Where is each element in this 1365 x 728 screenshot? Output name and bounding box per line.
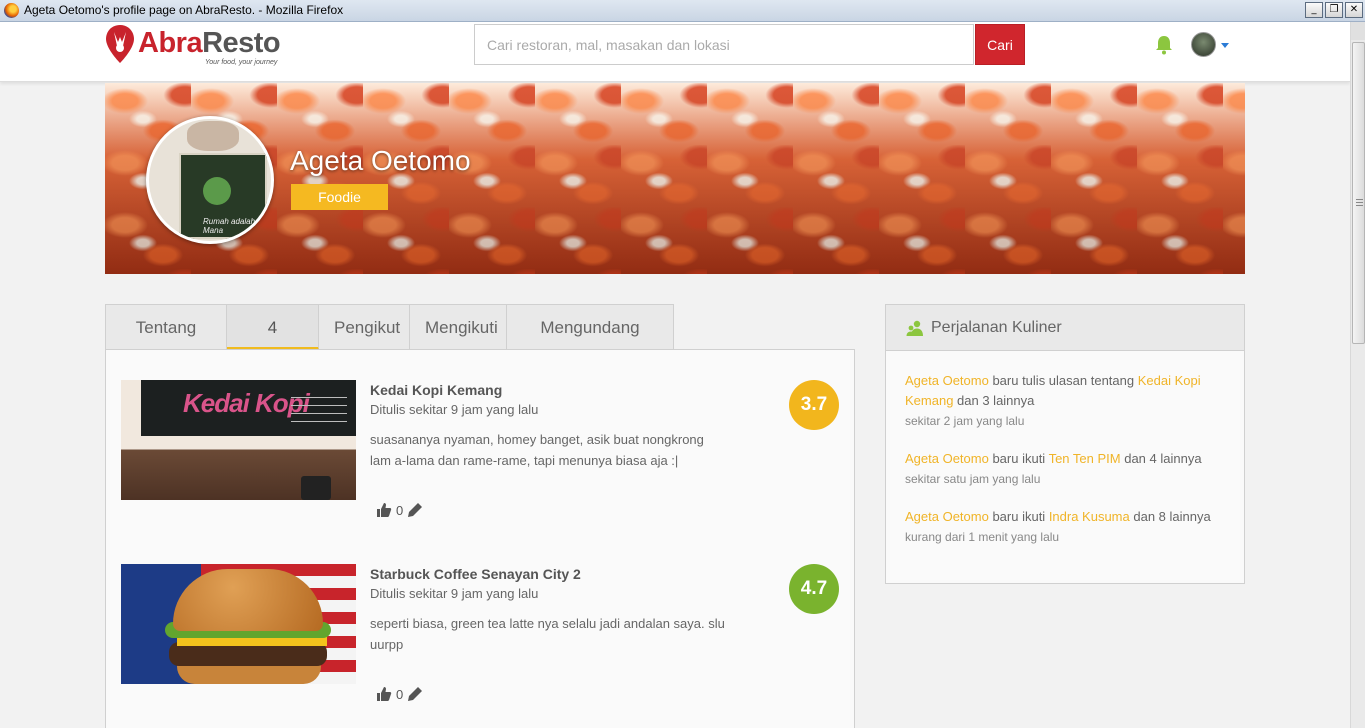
top-navbar: AbraResto Your food, your journey Cari <box>0 22 1350 82</box>
tree-icon <box>203 177 231 205</box>
activity-suffix: dan 4 lainnya <box>1120 451 1202 466</box>
review-timestamp: Ditulis sekitar 9 jam yang lalu <box>370 402 539 417</box>
side-panel-title: Perjalanan Kuliner <box>931 319 1062 336</box>
review-restaurant-name[interactable]: Kedai Kopi Kemang <box>370 382 502 398</box>
activity-user-link[interactable]: Ageta Oetomo <box>905 373 989 388</box>
review-photo-burger[interactable] <box>121 564 356 684</box>
logo-wordmark-abra: Abra <box>138 27 203 59</box>
thumbs-up-icon[interactable] <box>376 502 392 518</box>
cafe-sign: Kedai Kopi <box>183 388 310 418</box>
profile-name: Ageta Oetomo <box>290 145 471 176</box>
activity-suffix: dan 8 lainnya <box>1129 509 1211 524</box>
user-level-badge: Foodie <box>291 184 388 210</box>
edit-icon[interactable] <box>407 686 423 702</box>
side-panel-header: Perjalanan Kuliner <box>886 305 1244 351</box>
rating-badge: 4.7 <box>789 564 839 614</box>
review-photo-cafe[interactable]: Kedai Kopi <box>121 380 356 500</box>
profile-photo[interactable]: Rumah adalah di Mana <box>146 116 274 244</box>
people-icon <box>906 320 923 336</box>
logo-tagline: Your food, your journey <box>205 59 278 66</box>
burger-bun-bottom <box>177 664 321 684</box>
tab-pengikut[interactable]: Pengikut <box>319 304 410 350</box>
activity-action: baru ikuti <box>988 451 1049 466</box>
minimize-button[interactable]: _ <box>1305 2 1323 18</box>
activity-user-link[interactable]: Ageta Oetomo <box>905 509 989 524</box>
activity-item: Ageta Oetomo baru tulis ulasan tentang K… <box>905 371 1225 431</box>
tab-mengikuti[interactable]: Mengikuti <box>410 304 507 350</box>
activity-time: sekitar 2 jam yang lalu <box>905 414 1025 428</box>
review-item: Starbuck Coffee Senayan City 2 Ditulis s… <box>121 564 841 714</box>
like-count: 0 <box>396 502 404 518</box>
tab-ulasan[interactable]: 4 Ulasan <box>227 304 319 383</box>
user-avatar[interactable] <box>1191 32 1216 57</box>
coffee-machine <box>301 476 331 500</box>
activity-item: Ageta Oetomo baru ikuti Indra Kusuma dan… <box>905 507 1225 547</box>
review-timestamp: Ditulis sekitar 9 jam yang lalu <box>370 586 539 601</box>
search-input[interactable] <box>474 24 974 65</box>
firefox-icon <box>4 3 19 18</box>
review-list: Kedai Kopi Kedai Kopi Kemang Ditulis sek… <box>105 349 855 728</box>
activity-time: kurang dari 1 menit yang lalu <box>905 530 1060 544</box>
burger-bun-top <box>173 569 323 631</box>
rating-badge: 3.7 <box>789 380 839 430</box>
culinary-journey-panel: Perjalanan Kuliner Ageta Oetomo baru tul… <box>885 304 1245 584</box>
window-title: Ageta Oetomo's profile page on AbraResto… <box>24 3 344 17</box>
chevron-down-icon[interactable] <box>1221 43 1229 48</box>
scroll-up-button[interactable] <box>1351 22 1365 40</box>
review-actions: 0 <box>376 502 423 518</box>
review-text: seperti biasa, green tea latte nya selal… <box>370 616 725 652</box>
activity-suffix: dan 3 lainnya <box>953 393 1035 408</box>
activity-item: Ageta Oetomo baru ikuti Ten Ten PIM dan … <box>905 449 1225 489</box>
photo-card: Rumah adalah di Mana <box>179 153 267 239</box>
close-button[interactable]: ✕ <box>1345 2 1363 18</box>
chalkboard: Kedai Kopi <box>141 380 356 436</box>
photo-face <box>187 121 239 151</box>
like-count: 0 <box>396 686 404 702</box>
activity-time: sekitar satu jam yang lalu <box>905 472 1041 486</box>
logo-pin-icon <box>106 25 134 63</box>
scroll-thumb[interactable] <box>1352 42 1365 344</box>
edit-icon[interactable] <box>407 502 423 518</box>
profile-main-panel: Tentang Saya 4 Ulasan Pengikut Mengikuti… <box>105 304 855 728</box>
photo-caption: Rumah adalah di Mana <box>203 217 264 235</box>
menu-board-lines <box>291 390 347 426</box>
activity-target-link[interactable]: Ten Ten PIM <box>1049 451 1121 466</box>
thumbs-up-icon[interactable] <box>376 686 392 702</box>
review-actions: 0 <box>376 686 423 702</box>
restore-button[interactable]: ❐ <box>1325 2 1343 18</box>
activity-action: baru ikuti <box>988 509 1049 524</box>
tab-tentang-saya[interactable]: Tentang Saya <box>105 304 227 383</box>
bell-icon[interactable] <box>1155 35 1173 55</box>
logo-wordmark: AbraResto <box>138 27 281 60</box>
search-button[interactable]: Cari <box>975 24 1025 65</box>
abraresto-logo[interactable]: AbraResto Your food, your journey <box>105 24 281 68</box>
activity-target-link[interactable]: Indra Kusuma <box>1049 509 1130 524</box>
cover-overlay <box>105 83 1245 274</box>
scroll-grip-icon <box>1356 199 1363 206</box>
logo-wordmark-resto: Resto <box>202 27 281 59</box>
review-restaurant-name[interactable]: Starbuck Coffee Senayan City 2 <box>370 566 581 582</box>
profile-cover: Rumah adalah di Mana Ageta Oetomo Foodie <box>105 83 1245 274</box>
page-scrollbar[interactable] <box>1350 22 1365 728</box>
review-item: Kedai Kopi Kedai Kopi Kemang Ditulis sek… <box>121 380 841 530</box>
tab-mengundang-teman[interactable]: Mengundang Teman <box>507 304 674 383</box>
activity-action: baru tulis ulasan tentang <box>988 373 1138 388</box>
window-titlebar: Ageta Oetomo's profile page on AbraResto… <box>0 0 1365 22</box>
review-text: suasananya nyaman, homey banget, asik bu… <box>370 432 704 468</box>
window-controls: _ ❐ ✕ <box>1305 2 1363 18</box>
activity-user-link[interactable]: Ageta Oetomo <box>905 451 989 466</box>
profile-tabs: Tentang Saya 4 Ulasan Pengikut Mengikuti… <box>105 304 674 383</box>
